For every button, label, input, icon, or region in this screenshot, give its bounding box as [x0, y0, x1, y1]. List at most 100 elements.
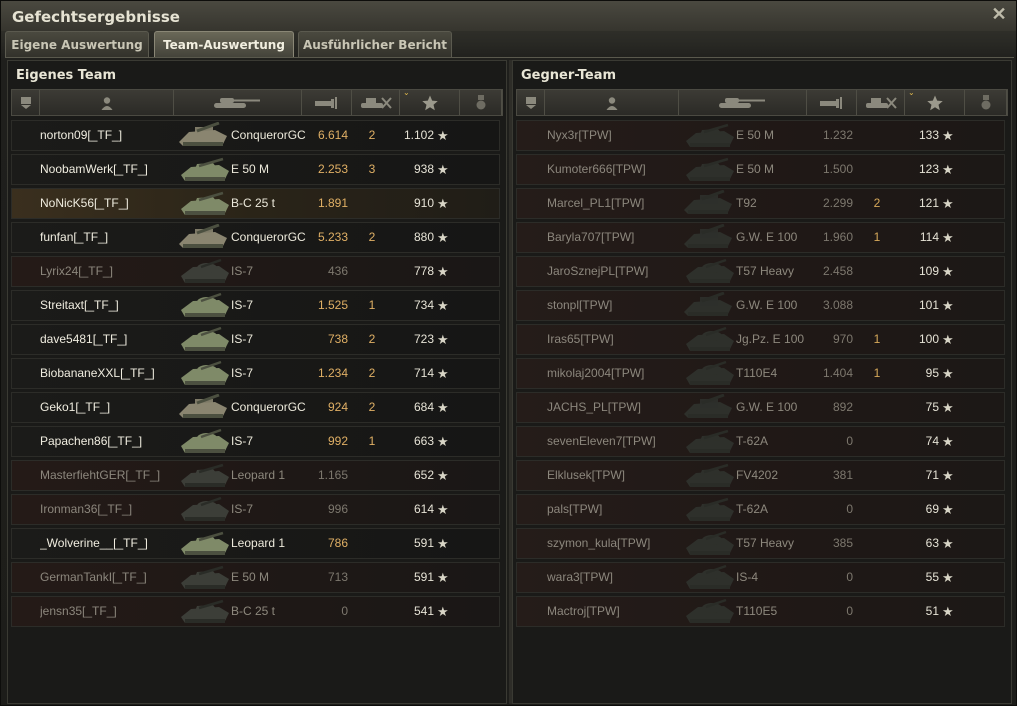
column-header-player[interactable]	[545, 90, 679, 115]
column-header-experience[interactable]: ⌄	[400, 88, 460, 115]
player-name[interactable]: dave5481[_TF_]	[40, 325, 192, 354]
column-header-squad[interactable]	[517, 90, 545, 115]
player-name[interactable]: Ironman36[_TF_]	[40, 495, 192, 524]
star-icon: ★	[942, 468, 954, 483]
table-row[interactable]: wara3[TPW] IS-4 0 55 ★	[516, 562, 1005, 593]
table-row[interactable]: MasterfiehtGER[_TF_] Leopard 1 1.165 652 ★	[11, 460, 500, 491]
table-row[interactable]: norton09[_TF_] ConquerorGC 6.614 2 1.102 ★	[11, 120, 500, 151]
table-row[interactable]: Geko1[_TF_] ConquerorGC 924 2 684 ★	[11, 392, 500, 423]
player-name[interactable]: BiobananeXXL[_TF_]	[40, 359, 192, 388]
damage-value: 1.960	[822, 230, 853, 244]
tab-team-auswertung[interactable]: Team-Auswertung	[154, 31, 294, 57]
player-name[interactable]: szymon_kula[TPW]	[547, 529, 699, 558]
table-row[interactable]: Streitaxt[_TF_] IS-7 1.525 1 734 ★	[11, 290, 500, 321]
table-row[interactable]: pals[TPW] T-62A 0 69 ★	[516, 494, 1005, 525]
player-name[interactable]: MasterfiehtGER[_TF_]	[40, 461, 192, 490]
player-name[interactable]: Baryla707[TPW]	[547, 223, 699, 252]
damage-value: 2.458	[822, 264, 853, 278]
player-name[interactable]: Nyx3r[TPW]	[547, 121, 699, 150]
table-row[interactable]: Ironman36[_TF_] IS-7 996 614 ★	[11, 494, 500, 525]
tank-icon	[680, 291, 738, 319]
table-row[interactable]: funfan[_TF_] ConquerorGC 5.233 2 880 ★	[11, 222, 500, 253]
table-row[interactable]: Papachen86[_TF_] IS-7 992 1 663 ★	[11, 426, 500, 457]
column-header-medal[interactable]	[965, 90, 1007, 115]
player-name[interactable]: Iras65[TPW]	[547, 325, 699, 354]
table-row[interactable]: mikolaj2004[TPW] T110E4 1.404 1 95 ★	[516, 358, 1005, 389]
table-row[interactable]: stonpl[TPW] G.W. E 100 3.088 101 ★	[516, 290, 1005, 321]
tank-icon	[680, 428, 738, 455]
experience-value: 614	[413, 502, 434, 516]
column-header-damage[interactable]	[807, 90, 857, 115]
player-name[interactable]: jensn35[_TF_]	[40, 597, 192, 626]
column-header-tank[interactable]	[679, 90, 807, 115]
player-name[interactable]: mikolaj2004[TPW]	[547, 359, 699, 388]
kills-value: 1	[873, 366, 881, 380]
damage-icon	[819, 96, 845, 110]
player-name[interactable]: funfan[_TF_]	[40, 223, 192, 252]
column-header-kills[interactable]	[352, 90, 400, 115]
column-header-experience[interactable]: ⌄	[905, 88, 965, 115]
table-row[interactable]: Lyrix24[_TF_] IS-7 436 778 ★	[11, 256, 500, 287]
player-name[interactable]: stonpl[TPW]	[547, 291, 699, 320]
player-name[interactable]: norton09[_TF_]	[40, 121, 192, 150]
table-row[interactable]: JACHS_PL[TPW] G.W. E 100 892 75 ★	[516, 392, 1005, 423]
player-name[interactable]: NoNicK56[_TF_]	[40, 189, 192, 218]
damage-value: 970	[832, 332, 853, 346]
tank-icon	[175, 428, 233, 455]
column-header-player[interactable]	[40, 90, 174, 115]
tab-ausfuehrlicher-bericht[interactable]: Ausführlicher Bericht	[298, 31, 452, 57]
table-row[interactable]: GermanTankI[_TF_] E 50 M 713 591 ★	[11, 562, 500, 593]
player-name[interactable]: Streitaxt[_TF_]	[40, 291, 192, 320]
table-row[interactable]: Mactroj[TPW] T110E5 0 51 ★	[516, 596, 1005, 627]
player-name[interactable]: Papachen86[_TF_]	[40, 427, 192, 456]
column-header-medal[interactable]	[460, 90, 502, 115]
table-row[interactable]: _Wolverine__[_TF_] Leopard 1 786 591 ★	[11, 528, 500, 559]
player-name[interactable]: Mactroj[TPW]	[547, 597, 699, 626]
table-row[interactable]: dave5481[_TF_] IS-7 738 2 723 ★	[11, 324, 500, 355]
table-row[interactable]: Nyx3r[TPW] E 50 M 1.232 133 ★	[516, 120, 1005, 151]
player-name[interactable]: Geko1[_TF_]	[40, 393, 192, 422]
table-row[interactable]: Elklusek[TPW] FV4202 381 71 ★	[516, 460, 1005, 491]
table-row[interactable]: szymon_kula[TPW] T57 Heavy 385 63 ★	[516, 528, 1005, 559]
table-row[interactable]: Baryla707[TPW] G.W. E 100 1.960 1 114 ★	[516, 222, 1005, 253]
player-name[interactable]: Kumoter666[TPW]	[547, 155, 699, 184]
damage-value: 786	[327, 536, 348, 550]
table-row[interactable]: Iras65[TPW] Jg.Pz. E 100 970 1 100 ★	[516, 324, 1005, 355]
player-name[interactable]: NoobamWerk[_TF_]	[40, 155, 192, 184]
kills-value	[352, 597, 392, 626]
table-row[interactable]: jensn35[_TF_] B-C 25 t 0 541 ★	[11, 596, 500, 627]
star-icon: ★	[942, 366, 954, 381]
column-header-kills[interactable]	[857, 90, 905, 115]
damage-value: 0	[846, 570, 853, 584]
player-name[interactable]: JACHS_PL[TPW]	[547, 393, 699, 422]
table-row[interactable]: BiobananeXXL[_TF_] IS-7 1.234 2 714 ★	[11, 358, 500, 389]
table-row[interactable]: JaroSznejPL[TPW] T57 Heavy 2.458 109 ★	[516, 256, 1005, 287]
kills-value: 2	[368, 332, 376, 346]
column-header-damage[interactable]	[302, 90, 352, 115]
player-name[interactable]: Lyrix24[_TF_]	[40, 257, 192, 286]
close-icon[interactable]: ✕	[990, 5, 1008, 23]
player-name[interactable]: _Wolverine__[_TF_]	[40, 529, 192, 558]
kills-value	[857, 155, 897, 184]
player-name[interactable]: Elklusek[TPW]	[547, 461, 699, 490]
player-name[interactable]: GermanTankI[_TF_]	[40, 563, 192, 592]
column-header-tank[interactable]	[174, 90, 302, 115]
experience-value: 100	[918, 332, 939, 346]
damage-value: 1.234	[317, 366, 348, 380]
player-name[interactable]: wara3[TPW]	[547, 563, 699, 592]
player-name[interactable]: JaroSznejPL[TPW]	[547, 257, 699, 286]
tab-eigene-auswertung[interactable]: Eigene Auswertung	[5, 31, 149, 57]
damage-value: 0	[846, 434, 853, 448]
table-row[interactable]: Marcel_PL1[TPW] T92 2.299 2 121 ★	[516, 188, 1005, 219]
table-row[interactable]: Kumoter666[TPW] E 50 M 1.500 123 ★	[516, 154, 1005, 185]
star-icon: ★	[437, 332, 449, 347]
column-header-squad[interactable]	[12, 90, 40, 115]
table-row[interactable]: NoobamWerk[_TF_] E 50 M 2.253 3 938 ★	[11, 154, 500, 185]
player-name[interactable]: Marcel_PL1[TPW]	[547, 189, 699, 218]
player-name[interactable]: sevenEleven7[TPW]	[547, 427, 699, 456]
experience-value: 133	[918, 128, 939, 142]
player-name[interactable]: pals[TPW]	[547, 495, 699, 524]
kills-value	[352, 529, 392, 558]
table-row[interactable]: NoNicK56[_TF_] B-C 25 t 1.891 910 ★	[11, 188, 500, 219]
table-row[interactable]: sevenEleven7[TPW] T-62A 0 74 ★	[516, 426, 1005, 457]
